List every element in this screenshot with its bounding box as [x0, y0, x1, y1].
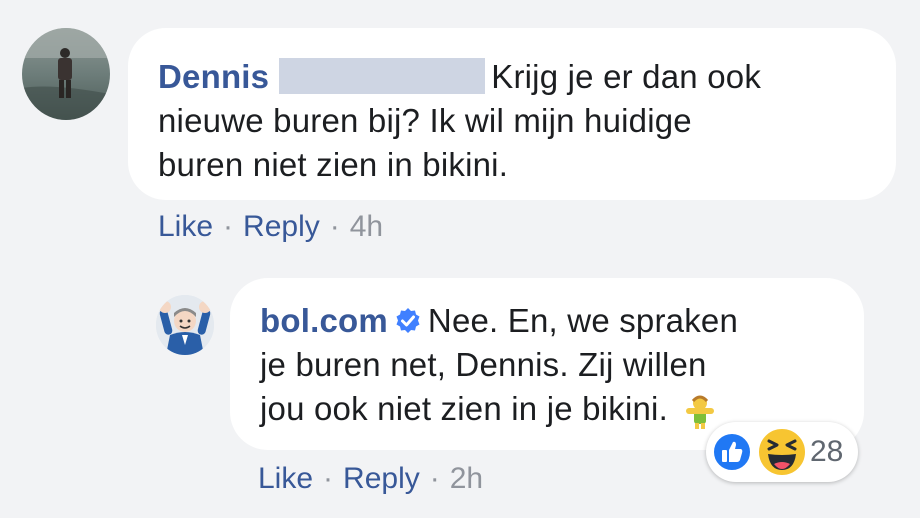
comment-actions: Like · Reply · 4h	[158, 210, 383, 244]
comment-text-line: je buren net, Dennis. Zij willen	[260, 346, 707, 383]
comment-text-line: Krijg je er dan ook	[491, 58, 762, 95]
comment-actions: Like · Reply · 2h	[258, 462, 483, 496]
separator-dot: ·	[329, 210, 340, 243]
comment-text: Dennis Krijg je er dan ook nieuwe buren b…	[158, 55, 761, 187]
separator-dot: ·	[323, 462, 334, 495]
comment-author-name[interactable]: bol.com	[260, 302, 388, 339]
comment-text-line: buren niet zien in bikini.	[158, 146, 509, 183]
avatar-bol-com[interactable]	[156, 295, 214, 355]
timestamp[interactable]: 2h	[450, 462, 483, 495]
reply-link[interactable]: Reply	[343, 462, 420, 495]
separator-dot: ·	[429, 462, 440, 495]
like-link[interactable]: Like	[258, 462, 313, 495]
comment-text-line: jou ook niet zien in je bikini.	[260, 390, 668, 427]
comment-author-name[interactable]: Dennis	[158, 58, 269, 95]
user-photo-avatar	[22, 28, 110, 120]
like-reaction-icon	[712, 432, 752, 472]
bol-com-avatar	[156, 295, 214, 355]
reaction-count: 28	[810, 435, 844, 468]
reactions-summary[interactable]: 28	[706, 422, 858, 482]
comment-text: bol.com Nee. En, we spraken je buren net…	[260, 299, 738, 431]
redacted-surname	[279, 58, 486, 94]
comment-bubble-dennis: Dennis Krijg je er dan ook nieuwe buren b…	[128, 28, 896, 200]
timestamp[interactable]: 4h	[350, 210, 383, 243]
comment-text-line: nieuwe buren bij? Ik wil mijn huidige	[158, 102, 692, 139]
like-link[interactable]: Like	[158, 210, 213, 243]
verified-badge-icon	[396, 308, 420, 333]
reply-link[interactable]: Reply	[243, 210, 320, 243]
separator-dot: ·	[223, 210, 234, 243]
avatar-dennis[interactable]	[22, 28, 110, 120]
haha-reaction-icon	[757, 427, 807, 477]
comment-text-line: Nee. En, we spraken	[427, 302, 739, 339]
bikini-emoji-icon	[685, 395, 714, 429]
